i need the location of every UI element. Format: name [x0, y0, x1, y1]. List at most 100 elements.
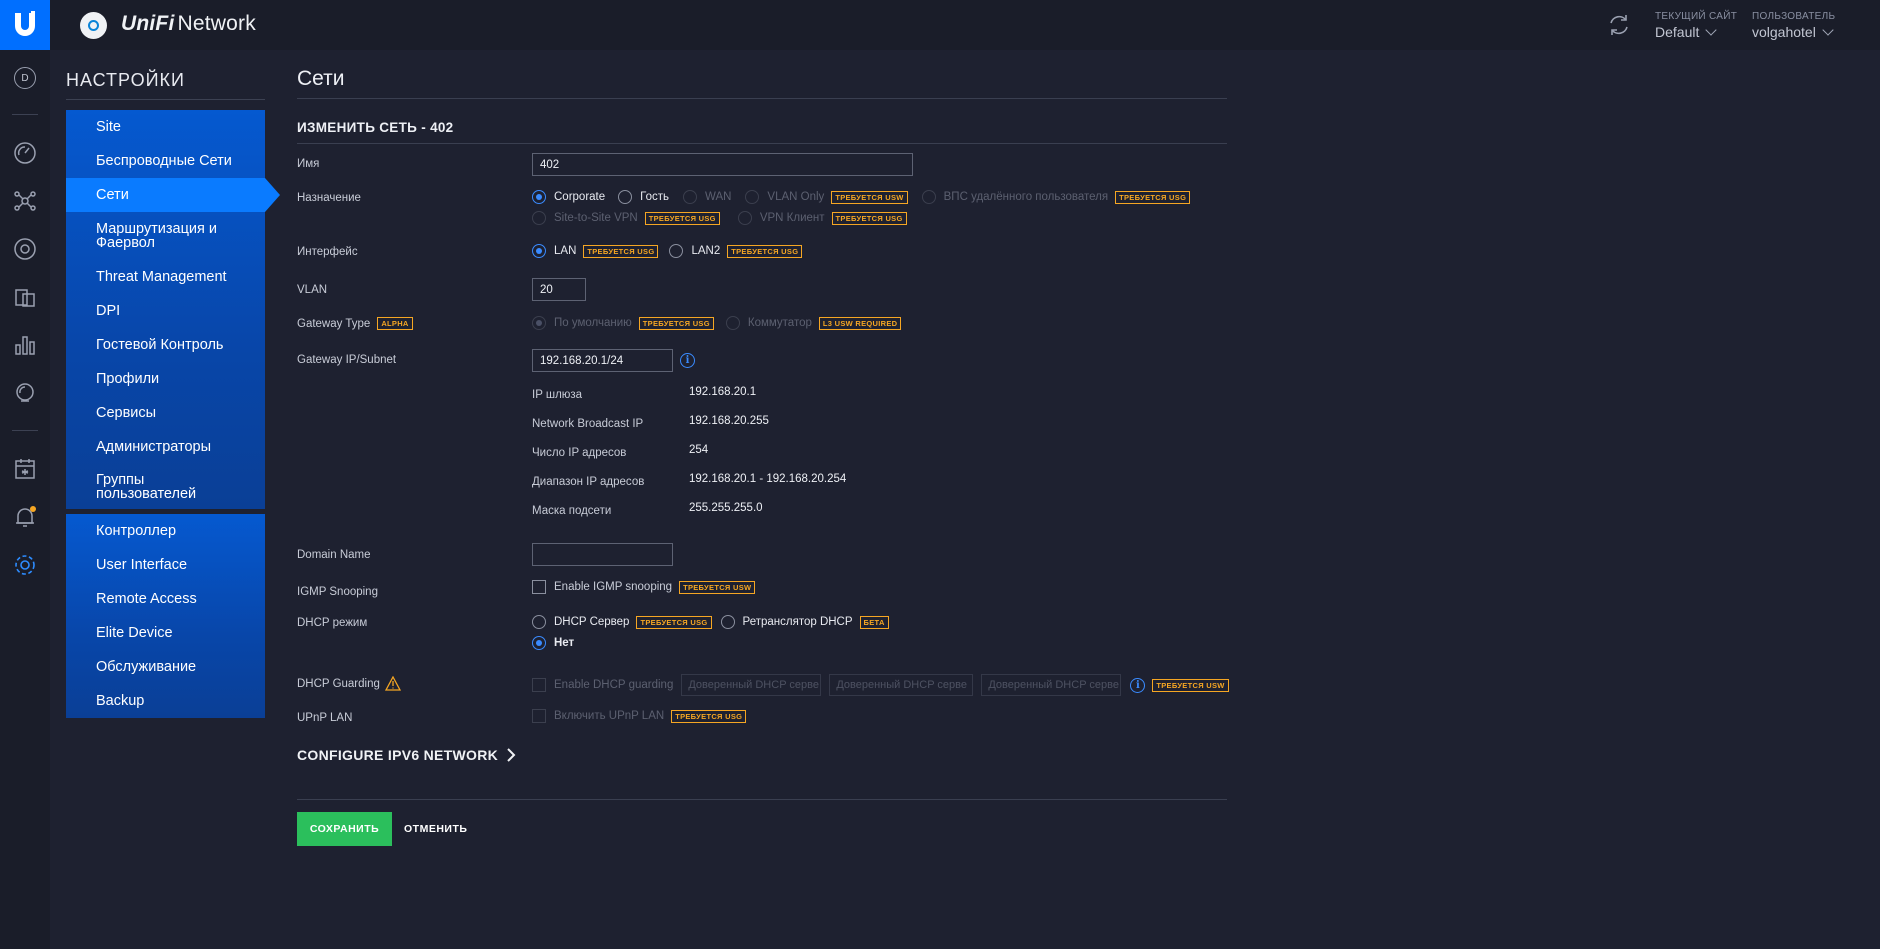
- nav-item-backup[interactable]: Backup: [66, 684, 265, 718]
- purpose-site-to-site-label: Site-to-Site VPN: [554, 212, 638, 224]
- requires-usg-badge: ТРЕБУЕТСЯ USG: [1115, 190, 1191, 204]
- nav-item-admins[interactable]: Администраторы: [66, 430, 265, 464]
- interface-lan-radio[interactable]: [532, 244, 546, 258]
- user-menu[interactable]: ПОЛЬЗОВАТЕЛЬ volgahotel: [1752, 11, 1835, 40]
- ubiquiti-logo-icon[interactable]: [0, 0, 50, 50]
- purpose-guest-radio[interactable]: [618, 190, 633, 204]
- nav-item-user-interface[interactable]: User Interface: [66, 548, 265, 582]
- gateway-ip-value: 192.168.20.1: [689, 386, 757, 398]
- rail-divider: [12, 430, 38, 431]
- gateway-ip-key: IP шлюза: [532, 389, 583, 401]
- topology-icon[interactable]: [12, 188, 38, 214]
- events-calendar-icon[interactable]: [12, 456, 38, 482]
- requires-usg-badge: ТРЕБУЕТСЯ USG: [831, 211, 907, 225]
- upnp-option-label: Включить UPnP LAN: [554, 710, 665, 722]
- nav-item-maintenance[interactable]: Обслуживание: [66, 650, 265, 684]
- warning-icon: [384, 676, 401, 691]
- refresh-icon[interactable]: [1606, 12, 1632, 38]
- purpose-wan-option: WAN: [683, 190, 731, 204]
- broadcast-ip-key: Network Broadcast IP: [532, 418, 644, 430]
- site-avatar[interactable]: D: [12, 65, 38, 91]
- nav-item-threat-management[interactable]: Threat Management: [66, 260, 265, 294]
- nav-item-guest-control[interactable]: Гостевой Контроль: [66, 328, 265, 362]
- divider: [297, 799, 1227, 800]
- subnet-mask-key: Маска подсети: [532, 505, 612, 517]
- interface-lan2-radio[interactable]: [669, 244, 684, 258]
- settings-title: НАСТРОЙКИ: [66, 70, 185, 90]
- nav-item-services[interactable]: Сервисы: [66, 396, 265, 430]
- purpose-corporate-label: Corporate: [554, 191, 606, 203]
- gateway-type-label: Gateway Type: [297, 317, 371, 330]
- dhcp-relay-radio[interactable]: [720, 615, 735, 629]
- interface-options: LAN ТРЕБУЕТСЯ USG LAN2 ТРЕБУЕТСЯ USG: [532, 244, 803, 258]
- purpose-label: Назначение: [297, 192, 361, 204]
- nav-item-remote-access[interactable]: Remote Access: [66, 582, 265, 616]
- name-input[interactable]: [532, 153, 913, 176]
- nav-item-routing-firewall[interactable]: Маршрутизация и Фаервол: [66, 212, 265, 260]
- settings-nav-main: Site Беспроводные Сети Сети Маршрутизаци…: [66, 110, 280, 509]
- purpose-guest-label: Гость: [640, 191, 670, 203]
- trusted-dhcp-server-input-2: Доверенный DHCP серве: [829, 674, 974, 696]
- gateway-ip-input[interactable]: [532, 349, 673, 372]
- upnp-label: UPnP LAN: [297, 712, 353, 724]
- nav-item-user-groups[interactable]: Группы пользователей: [66, 464, 206, 509]
- dhcp-server-radio[interactable]: [532, 615, 546, 629]
- purpose-vpn-remote-option: ВПС удалённого пользователя ТРЕБУЕТСЯ US…: [921, 190, 1191, 204]
- subnet-mask-value: 255.255.255.0: [689, 502, 763, 514]
- igmp-label: IGMP Snooping: [297, 586, 378, 598]
- interface-lan2-label: LAN2: [691, 245, 721, 257]
- gateway-type-default-radio: [532, 316, 546, 330]
- current-site-selector[interactable]: ТЕКУЩИЙ САЙТ Default: [1655, 11, 1737, 40]
- vlan-label: VLAN: [297, 284, 328, 296]
- cancel-button[interactable]: ОТМЕНИТЬ: [404, 812, 467, 846]
- top-bar: UniFi Network ТЕКУЩИЙ САЙТ Default ПОЛЬЗО…: [0, 0, 1880, 50]
- devices-icon[interactable]: [12, 236, 38, 262]
- vlan-input[interactable]: [532, 278, 586, 301]
- ip-range-key: Диапазон IP адресов: [532, 476, 645, 488]
- configure-ipv6-link[interactable]: CONFIGURE IPV6 NETWORK: [297, 747, 516, 763]
- ip-count-key: Число IP адресов: [532, 447, 627, 459]
- trusted-dhcp-server-input-3: Доверенный DHCP серве: [981, 674, 1122, 696]
- settings-nav-system: Контроллер User Interface Remote Access …: [66, 514, 265, 718]
- requires-usg-badge: ТРЕБУЕТСЯ USG: [638, 316, 714, 330]
- settings-gear-icon[interactable]: [12, 552, 38, 578]
- info-icon[interactable]: i: [1130, 677, 1146, 693]
- broadcast-ip-value: 192.168.20.255: [689, 415, 769, 427]
- ip-range-value: 192.168.20.1 - 192.168.20.254: [689, 473, 847, 485]
- dhcp-guarding-label: DHCP Guarding: [297, 677, 380, 690]
- name-label: Имя: [297, 158, 320, 170]
- alerts-bell-icon[interactable]: [12, 504, 38, 530]
- nav-item-networks[interactable]: Сети: [66, 178, 280, 212]
- domain-name-input[interactable]: [532, 543, 673, 566]
- purpose-corporate-radio[interactable]: [532, 190, 546, 204]
- insights-icon[interactable]: [12, 380, 38, 406]
- interface-label: Интерфейс: [297, 246, 358, 258]
- chevron-right-icon: [507, 748, 516, 762]
- divider: [297, 98, 1227, 99]
- alpha-badge: ALPHA: [377, 317, 413, 330]
- requires-usg-badge: ТРЕБУЕТСЯ USG: [636, 615, 712, 629]
- gateway-type-label-row: Gateway Type ALPHA: [297, 317, 413, 330]
- igmp-checkbox[interactable]: [532, 580, 546, 594]
- info-icon[interactable]: i: [680, 353, 695, 368]
- clients-icon[interactable]: [12, 284, 38, 310]
- requires-usg-badge: ТРЕБУЕТСЯ USG: [727, 244, 803, 258]
- statistics-icon[interactable]: [12, 332, 38, 358]
- dhcp-none-radio[interactable]: [532, 636, 546, 650]
- divider: [297, 143, 1227, 144]
- dhcp-guarding-option-label: Enable DHCP guarding: [554, 679, 674, 691]
- requires-usg-badge: ТРЕБУЕТСЯ USG: [644, 211, 720, 225]
- save-button[interactable]: СОХРАНИТЬ: [297, 812, 392, 846]
- nav-item-site[interactable]: Site: [66, 110, 265, 144]
- dashboard-icon[interactable]: [12, 140, 38, 166]
- nav-item-elite-device[interactable]: Elite Device: [66, 616, 265, 650]
- nav-item-profiles[interactable]: Профили: [66, 362, 265, 396]
- nav-item-wireless[interactable]: Беспроводные Сети: [66, 144, 265, 178]
- icon-rail: D: [0, 50, 50, 949]
- chevron-down-icon: [1705, 24, 1718, 36]
- dhcp-guarding-label-row: DHCP Guarding: [297, 676, 401, 691]
- unifi-network-app-icon[interactable]: [80, 12, 107, 39]
- nav-item-controller[interactable]: Контроллер: [66, 514, 265, 548]
- nav-item-dpi[interactable]: DPI: [66, 294, 265, 328]
- requires-usw-badge: ТРЕБУЕТСЯ USW: [831, 190, 908, 204]
